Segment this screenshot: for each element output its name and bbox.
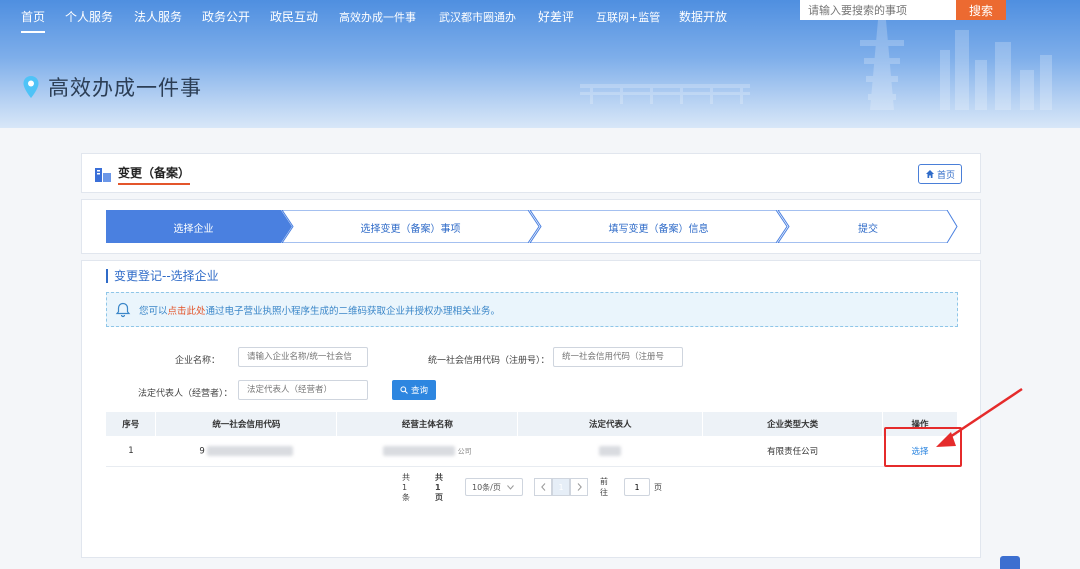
goto-page-input[interactable]	[624, 478, 650, 496]
cell-index: 1	[106, 436, 156, 467]
credit-code-input[interactable]	[553, 347, 683, 367]
nav-item-home[interactable]: 首页	[21, 8, 46, 33]
legal-rep-input[interactable]	[238, 380, 368, 400]
page-title: 高效办成一件事	[48, 76, 202, 100]
step-submit[interactable]: 提交	[789, 220, 947, 235]
table-row: 1 9 公司 有限责任公司 选择	[106, 436, 958, 467]
document-icon	[95, 167, 111, 182]
cell-company-type: 有限责任公司	[702, 436, 883, 467]
page-heading: 高效办成一件事	[22, 72, 202, 102]
nav-item-corporate[interactable]: 法人服务	[134, 8, 182, 25]
col-credit-code: 统一社会信用代码	[155, 412, 338, 436]
col-company-type: 企业类型大类	[702, 412, 883, 436]
query-button[interactable]: 查询	[392, 380, 436, 400]
sub-title: 变更登记--选择企业	[106, 269, 219, 283]
site-search-button[interactable]: 搜索	[956, 0, 1006, 20]
step-select-company[interactable]: 选择企业	[106, 220, 281, 235]
page-number-current[interactable]: 1	[552, 478, 570, 496]
page-size-select[interactable]: 10条/页	[465, 478, 523, 496]
nav-item-one-thing[interactable]: 高效办成一件事	[339, 9, 416, 25]
bell-icon	[115, 302, 131, 317]
prev-page-button[interactable]	[534, 478, 552, 496]
nav-item-open-data[interactable]: 数据开放	[679, 8, 727, 25]
company-selection-panel: 变更登记--选择企业 您可以 点击此处 通过电子营业执照小程序生成的二维码获取企业并…	[81, 260, 981, 558]
section-title: 变更（备案）	[94, 164, 191, 185]
col-index: 序号	[106, 412, 157, 436]
redacted-entity-name	[382, 445, 455, 456]
header-banner: 首页 个人服务 法人服务 政务公开 政民互动 高效办成一件事 武汉都市圈通办 好…	[0, 0, 1080, 128]
total-count: 共 1 条	[402, 472, 410, 502]
site-search-input[interactable]	[800, 0, 956, 20]
steps-panel: 选择企业 选择变更（备案）事项 填写变更（备案）信息 提交	[81, 199, 981, 254]
chevron-down-icon	[506, 484, 514, 490]
nav-item-evaluation[interactable]: 好差评	[538, 8, 574, 25]
redacted-credit-code	[207, 445, 294, 456]
step-fill-info[interactable]: 填写变更（备案）信息	[541, 220, 776, 235]
next-page-button[interactable]	[570, 478, 588, 496]
cell-credit-code: 9	[155, 436, 337, 467]
nav-item-gov-affairs[interactable]: 政务公开	[202, 8, 250, 25]
step-select-items[interactable]: 选择变更（备案）事项	[293, 220, 528, 235]
company-table: 序号 统一社会信用代码 经营主体名称 法定代表人 企业类型大类 操作 1 9 公…	[106, 412, 958, 467]
col-legal-rep: 法定代表人	[517, 412, 704, 436]
nav-item-metro-circle[interactable]: 武汉都市圈通办	[439, 9, 516, 25]
table-header-row: 序号 统一社会信用代码 经营主体名称 法定代表人 企业类型大类 操作	[106, 412, 958, 436]
home-button[interactable]: 首页	[918, 164, 962, 184]
chevron-left-icon	[540, 483, 545, 491]
nav-item-supervision[interactable]: 互联网+监管	[596, 9, 660, 25]
legal-rep-label: 法定代表人（经营者）：	[138, 389, 233, 399]
cell-legal-rep	[517, 436, 703, 467]
search-icon	[400, 386, 408, 394]
customer-service-icon[interactable]	[1000, 556, 1020, 569]
progress-steps: 选择企业 选择变更（备案）事项 填写变更（备案）信息 提交	[106, 210, 958, 243]
notice-bar: 您可以 点击此处 通过电子营业执照小程序生成的二维码获取企业并授权办理相关业务。	[106, 292, 958, 327]
company-name-input[interactable]	[238, 347, 368, 367]
location-pin-icon	[23, 76, 39, 98]
section-header-panel: 变更（备案） 首页	[81, 153, 981, 193]
redacted-legal-rep	[599, 445, 622, 456]
annotation-highlight-box	[884, 427, 962, 467]
nav-item-interaction[interactable]: 政民互动	[270, 8, 318, 25]
nav-item-personal[interactable]: 个人服务	[65, 8, 113, 25]
credit-code-label: 统一社会信用代码（注册号）：	[428, 356, 550, 366]
total-pages: 共1页	[435, 472, 443, 502]
col-entity-name: 经营主体名称	[336, 412, 519, 436]
home-icon	[925, 170, 934, 178]
chevron-right-icon	[577, 483, 582, 491]
qr-auth-link[interactable]: 点击此处	[168, 303, 206, 317]
cell-entity-name: 公司	[336, 436, 518, 467]
page-unit: 页	[654, 482, 662, 492]
goto-label: 前往	[600, 477, 608, 497]
company-name-label: 企业名称：	[175, 356, 221, 366]
top-nav: 首页 个人服务 法人服务 政务公开 政民互动 高效办成一件事 武汉都市圈通办 好…	[0, 0, 790, 36]
